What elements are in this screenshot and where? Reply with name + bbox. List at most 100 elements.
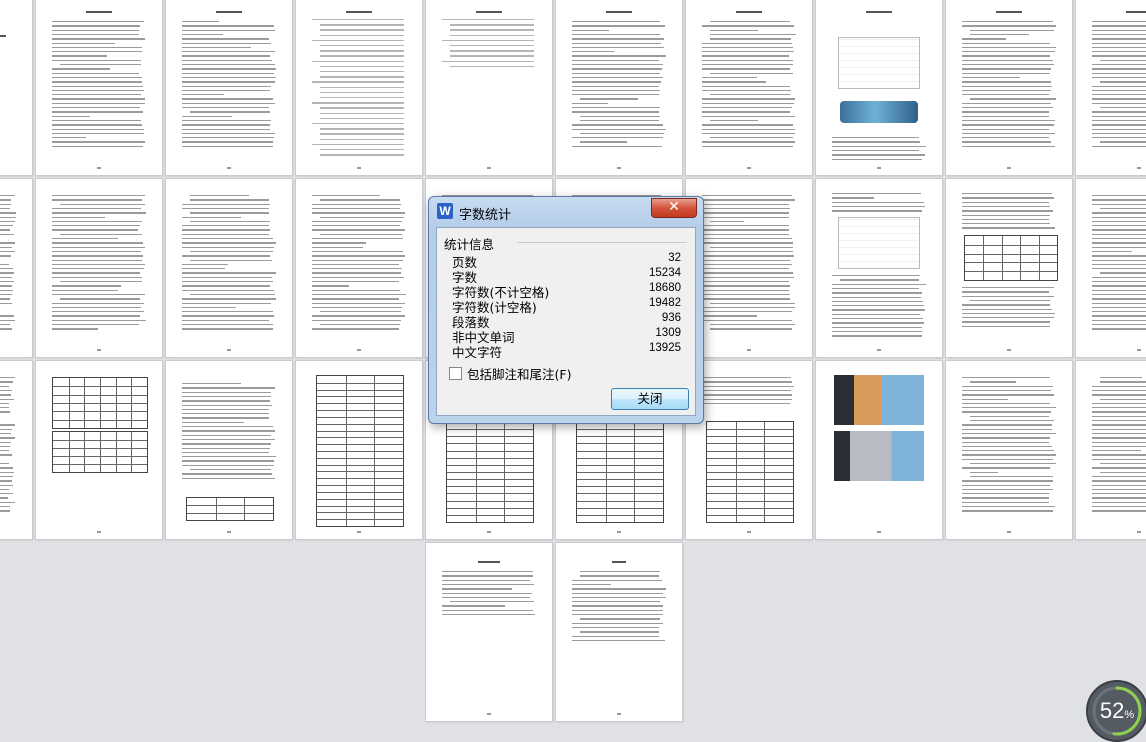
zoom-level-badge[interactable]: 52% (1086, 680, 1146, 742)
text-line (312, 285, 350, 287)
text-line (962, 325, 1050, 328)
text-line (962, 55, 1050, 57)
text-line (962, 321, 1051, 323)
text-line (702, 285, 790, 287)
text-line (962, 493, 1050, 495)
text-line (1100, 471, 1146, 473)
text-line (1092, 467, 1146, 469)
dialog-titlebar[interactable]: W 字数统计 ✕ (429, 197, 703, 227)
text-line (182, 64, 275, 66)
toc-line (320, 76, 404, 78)
text-line (962, 445, 1053, 448)
table-row-line (707, 472, 793, 473)
text-line (0, 510, 10, 512)
table-row-line (447, 500, 533, 502)
include-footnotes-checkbox[interactable]: 包括脚注和尾注(F) (449, 364, 571, 383)
text-line (962, 210, 1053, 212)
text-line (182, 281, 273, 283)
page-number (97, 167, 101, 169)
toc-line (312, 60, 404, 62)
text-line (1092, 484, 1146, 486)
text-line (0, 328, 13, 330)
text-line (710, 94, 790, 96)
page-thumbnail (686, 361, 812, 539)
table-row-line (577, 450, 663, 452)
text-line (962, 428, 1053, 430)
text-line (182, 395, 272, 398)
page-thumbnail (686, 179, 812, 357)
text-line (182, 132, 276, 135)
checkbox-box[interactable] (449, 367, 462, 380)
text-line (1092, 420, 1146, 422)
text-line (0, 216, 16, 218)
text-line (312, 315, 406, 317)
table-col-line (634, 422, 636, 522)
text-line (572, 51, 615, 53)
text-line (442, 592, 533, 594)
text-line (702, 242, 794, 244)
text-line (1092, 311, 1146, 313)
text-line (702, 293, 791, 296)
text-line (572, 579, 663, 581)
text-line (312, 319, 402, 322)
table-col-line (1020, 236, 1022, 280)
text-line (1092, 76, 1146, 79)
text-line (0, 497, 9, 499)
text-line (182, 408, 270, 411)
text-line (1092, 72, 1146, 74)
text-line (52, 124, 143, 126)
text-line (702, 141, 796, 143)
text-line (962, 377, 1051, 379)
text-line (190, 220, 270, 223)
text-line (1092, 293, 1146, 296)
text-line (702, 98, 795, 100)
page-heading (612, 561, 626, 563)
text-line (962, 437, 1051, 439)
text-line (832, 292, 923, 294)
text-line (1092, 89, 1146, 92)
text-line (962, 89, 1051, 92)
technical-drawing (838, 217, 920, 269)
text-line (60, 298, 141, 300)
text-line (442, 588, 513, 590)
text-line (962, 145, 1056, 148)
table-col-line (1038, 236, 1040, 280)
table-col-line (605, 422, 607, 522)
text-line (182, 128, 271, 130)
text-line (710, 137, 794, 139)
text-line (1092, 415, 1146, 418)
page-number (1137, 349, 1141, 351)
text-line (1092, 42, 1146, 44)
text-line (962, 308, 1052, 310)
close-button[interactable]: 关闭 (611, 388, 689, 410)
text-line (52, 285, 122, 287)
text-line (962, 128, 1050, 130)
table (446, 421, 534, 523)
text-line (182, 115, 232, 117)
text-line (0, 381, 13, 383)
page-heading (476, 11, 502, 13)
text-line (52, 324, 140, 326)
table-row-line (317, 491, 403, 493)
toc-line (442, 39, 534, 42)
table-row-line (187, 505, 273, 507)
table-row-line (317, 464, 403, 466)
text-line (0, 394, 12, 396)
text-line (702, 225, 789, 227)
text-line (572, 72, 660, 74)
table-row-line (707, 464, 793, 466)
text-line (962, 411, 1052, 413)
close-icon[interactable]: ✕ (651, 198, 697, 218)
text-line (962, 115, 1049, 117)
text-line (0, 272, 15, 274)
text-line (710, 220, 744, 223)
text-line (0, 233, 14, 236)
page-thumbnail (36, 361, 162, 539)
text-line (182, 94, 225, 96)
text-line (1092, 437, 1146, 439)
page-number (1007, 167, 1011, 169)
text-line (450, 601, 534, 603)
table-row-line (317, 457, 403, 459)
table-col-line (735, 422, 737, 522)
toc-line (320, 128, 404, 130)
